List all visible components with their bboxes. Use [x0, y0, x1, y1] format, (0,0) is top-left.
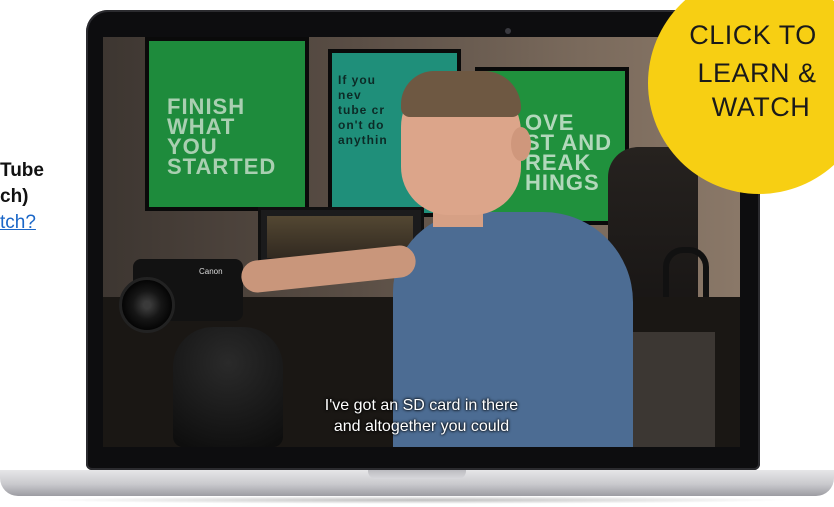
video-player[interactable]: FINISH WHAT YOU STARTED If you nev tube … — [103, 37, 740, 447]
webcam-icon — [505, 28, 511, 34]
cta-line-1: CLICK TO — [689, 20, 817, 50]
poster-move-text: OVE ST AND REAK HINGS — [525, 110, 613, 195]
subtitle-line-1: I've got an SD card in there — [324, 397, 519, 414]
presenter-ear — [511, 127, 531, 161]
camera-lens — [119, 277, 175, 333]
subtitle-line-2: and altogether you could — [333, 418, 510, 435]
camera-brand-label: Canon — [199, 267, 223, 276]
presenter-hair — [401, 71, 521, 117]
headphones-icon — [663, 247, 709, 297]
side-caption-link[interactable]: tch? — [0, 212, 36, 233]
side-caption-line2: ch) — [0, 186, 29, 207]
poster-finish-text: FINISH WHAT YOU STARTED — [167, 94, 277, 179]
poster-finish: FINISH WHAT YOU STARTED — [145, 37, 309, 211]
laptop-notch — [368, 470, 466, 479]
side-caption-line1: Tube — [0, 160, 44, 181]
cta-line-2: LEARN & — [697, 58, 817, 88]
poster-youtube-text: If you nev tube cr on't do anythin — [338, 73, 388, 147]
cta-line-3: WATCH — [711, 92, 811, 122]
laptop-shadow — [40, 496, 794, 504]
